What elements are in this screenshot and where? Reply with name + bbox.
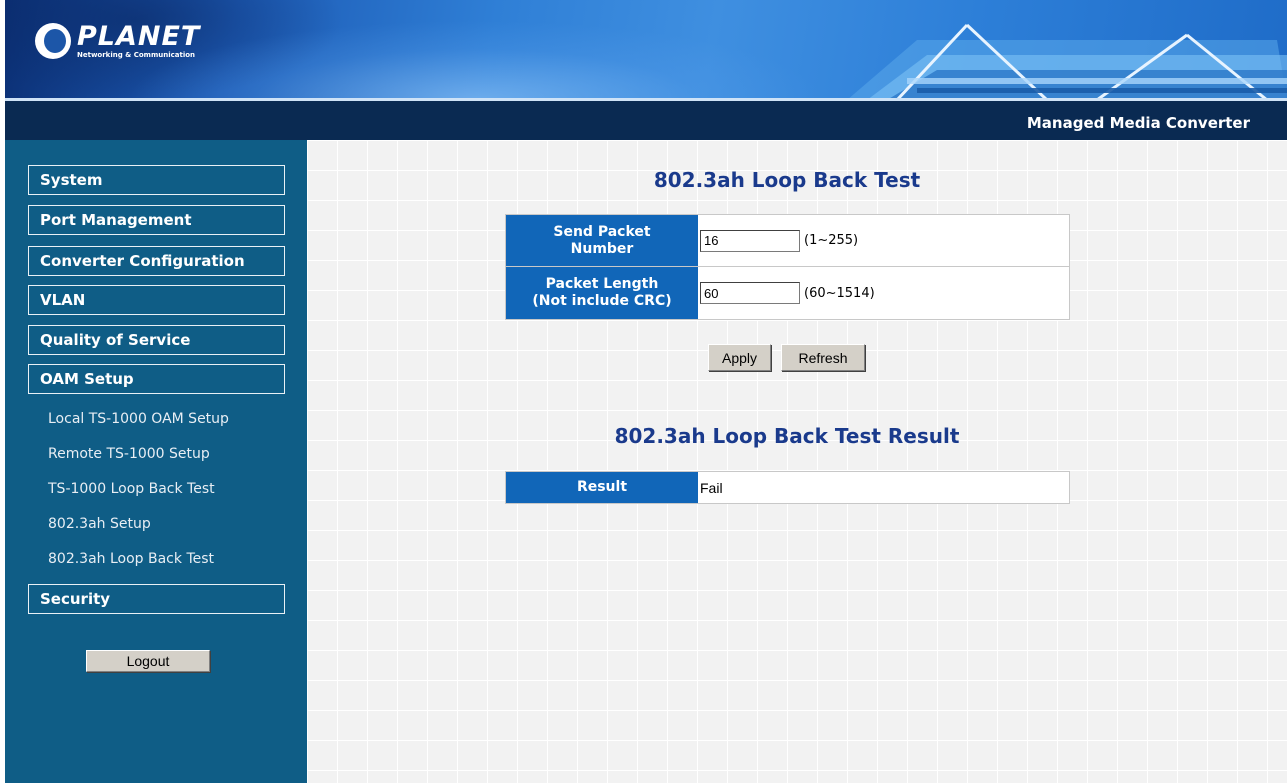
packet-length-label-line1: Packet Length — [545, 276, 659, 292]
planet-logo-icon — [35, 23, 71, 59]
menu-system[interactable]: System — [28, 165, 285, 195]
sidebar: System Port Management Converter Configu… — [5, 140, 307, 783]
send-packet-label-line1: Send Packet — [553, 223, 651, 240]
submenu-remote-ts1000-setup[interactable]: Remote TS-1000 Setup — [48, 446, 210, 462]
main-content: 802.3ah Loop Back Test Send Packet Numbe… — [307, 140, 1287, 783]
logout-button[interactable]: Logout — [86, 650, 210, 672]
submenu-8023ah-loop-back-test[interactable]: 802.3ah Loop Back Test — [48, 551, 214, 567]
loop-back-test-result-title: 802.3ah Loop Back Test Result — [614, 424, 960, 448]
packet-length-value-cell: (60~1514) — [698, 267, 1069, 319]
send-packet-label-line2: Number — [570, 240, 634, 257]
brand-tagline: Networking & Communication — [77, 51, 196, 59]
menu-converter-configuration[interactable]: Converter Configuration — [28, 246, 285, 276]
menu-security[interactable]: Security — [28, 584, 285, 614]
result-row: Result Fail — [506, 472, 1069, 503]
product-name: Managed Media Converter — [1026, 114, 1250, 132]
loop-back-test-title: 802.3ah Loop Back Test — [653, 168, 921, 192]
packet-length-row: Packet Length (Not include CRC) (60~1514… — [506, 267, 1069, 319]
result-value: Fail — [700, 479, 723, 496]
submenu-ts1000-loop-back-test[interactable]: TS-1000 Loop Back Test — [48, 481, 215, 497]
menu-port-management[interactable]: Port Management — [28, 205, 285, 235]
packet-length-label: Packet Length (Not include CRC) — [506, 267, 698, 319]
refresh-button[interactable]: Refresh — [781, 344, 865, 371]
result-value-cell: Fail — [698, 472, 1069, 503]
submenu-local-ts1000-oam-setup[interactable]: Local TS-1000 OAM Setup — [48, 411, 229, 427]
result-table: Result Fail — [505, 471, 1070, 504]
apply-button[interactable]: Apply — [708, 344, 771, 371]
brand-name: PLANET — [77, 21, 201, 52]
packet-length-input[interactable] — [700, 282, 800, 304]
send-packet-range: (1~255) — [804, 233, 859, 248]
planet-logo: PLANET Networking & Communication — [35, 20, 200, 62]
send-packet-label: Send Packet Number — [506, 215, 698, 266]
send-packet-row: Send Packet Number (1~255) — [506, 215, 1069, 267]
send-packet-value-cell: (1~255) — [698, 215, 1069, 266]
menu-vlan[interactable]: VLAN — [28, 285, 285, 315]
menu-quality-of-service[interactable]: Quality of Service — [28, 325, 285, 355]
logo-text: PLANET Networking & Communication — [77, 23, 200, 59]
submenu-8023ah-setup[interactable]: 802.3ah Setup — [48, 516, 151, 532]
packet-length-label-line2: (Not include CRC) — [532, 293, 672, 309]
building-graphic — [847, 23, 1287, 100]
loop-back-test-form: Send Packet Number (1~255) Packet Length… — [505, 214, 1070, 320]
header-banner: PLANET Networking & Communication — [5, 0, 1287, 100]
packet-length-range: (60~1514) — [804, 285, 875, 301]
title-bar: Managed Media Converter — [5, 101, 1287, 140]
menu-oam-setup[interactable]: OAM Setup — [28, 364, 285, 394]
result-label: Result — [506, 472, 698, 503]
send-packet-number-input[interactable] — [700, 229, 800, 252]
